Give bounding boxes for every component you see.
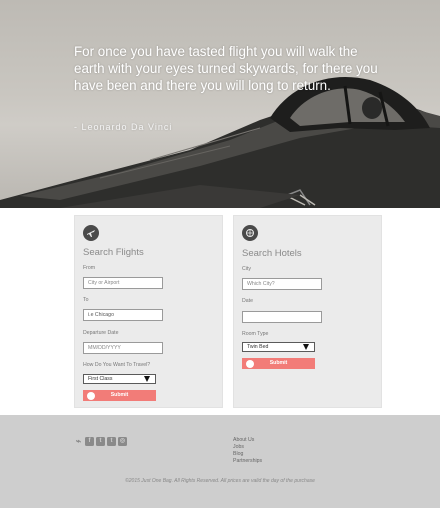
footer-links: About Us Jobs Blog Partnerships xyxy=(233,437,262,465)
site-footer xyxy=(0,415,440,508)
from-input[interactable]: City or Airport xyxy=(83,277,163,289)
social-links: ⌁ f t t ◎ xyxy=(74,437,127,446)
chevron-down-icon xyxy=(303,344,309,350)
hero-quote: For once you have tasted flight you will… xyxy=(74,44,378,93)
search-hotels-panel: Search Hotels City Which City? Date Room… xyxy=(233,215,382,408)
travel-class-label: How Do You Want To Travel? xyxy=(83,362,151,368)
airplane-icon xyxy=(83,225,99,241)
twitter-icon[interactable]: t xyxy=(96,437,105,446)
footer-link-blog[interactable]: Blog xyxy=(233,451,262,458)
flights-submit-button[interactable]: Submit xyxy=(83,390,156,401)
footer-link-about[interactable]: About Us xyxy=(233,437,262,444)
instagram-icon[interactable]: ◎ xyxy=(118,437,127,446)
airplane-photo xyxy=(0,76,440,208)
departure-date-label: Departure Date xyxy=(83,330,119,336)
hero-banner: For once you have tasted flight you will… xyxy=(0,0,440,208)
travel-class-value: First Class xyxy=(88,376,113,382)
hotel-date-input[interactable] xyxy=(242,311,322,323)
submit-icon xyxy=(87,391,95,400)
copyright-text: ©2015 Just One Bag. All Rights Reserved.… xyxy=(125,478,315,484)
room-type-label: Room Type xyxy=(242,331,269,337)
travel-class-select[interactable]: First Class xyxy=(83,374,156,384)
flights-submit-label: Submit xyxy=(110,392,129,398)
tumblr-icon[interactable]: t xyxy=(107,437,116,446)
city-label: City xyxy=(242,266,251,272)
room-type-value: Twin Bed xyxy=(247,344,269,350)
hero-quote-author: - Leonardo Da Vinci xyxy=(74,122,173,132)
rss-icon[interactable]: ⌁ xyxy=(74,437,83,446)
hotel-date-label: Date xyxy=(242,298,253,304)
globe-icon xyxy=(242,225,258,241)
to-label: To xyxy=(83,297,89,303)
search-flights-title: Search Flights xyxy=(83,247,144,258)
hotels-submit-button[interactable]: Submit xyxy=(242,358,315,369)
footer-link-jobs[interactable]: Jobs xyxy=(233,444,262,451)
search-flights-panel: Search Flights From City or Airport To i… xyxy=(74,215,223,408)
footer-link-partnerships[interactable]: Partnerships xyxy=(233,458,262,465)
facebook-icon[interactable]: f xyxy=(85,437,94,446)
from-label: From xyxy=(83,265,96,271)
chevron-down-icon xyxy=(144,376,150,382)
to-input[interactable]: i.e Chicago xyxy=(83,309,163,321)
city-input[interactable]: Which City? xyxy=(242,278,322,290)
hotels-submit-label: Submit xyxy=(269,360,288,366)
search-hotels-title: Search Hotels xyxy=(242,248,302,259)
room-type-select[interactable]: Twin Bed xyxy=(242,342,315,352)
departure-date-input[interactable]: MM/DD/YYYY xyxy=(83,342,163,354)
submit-icon xyxy=(246,359,254,368)
